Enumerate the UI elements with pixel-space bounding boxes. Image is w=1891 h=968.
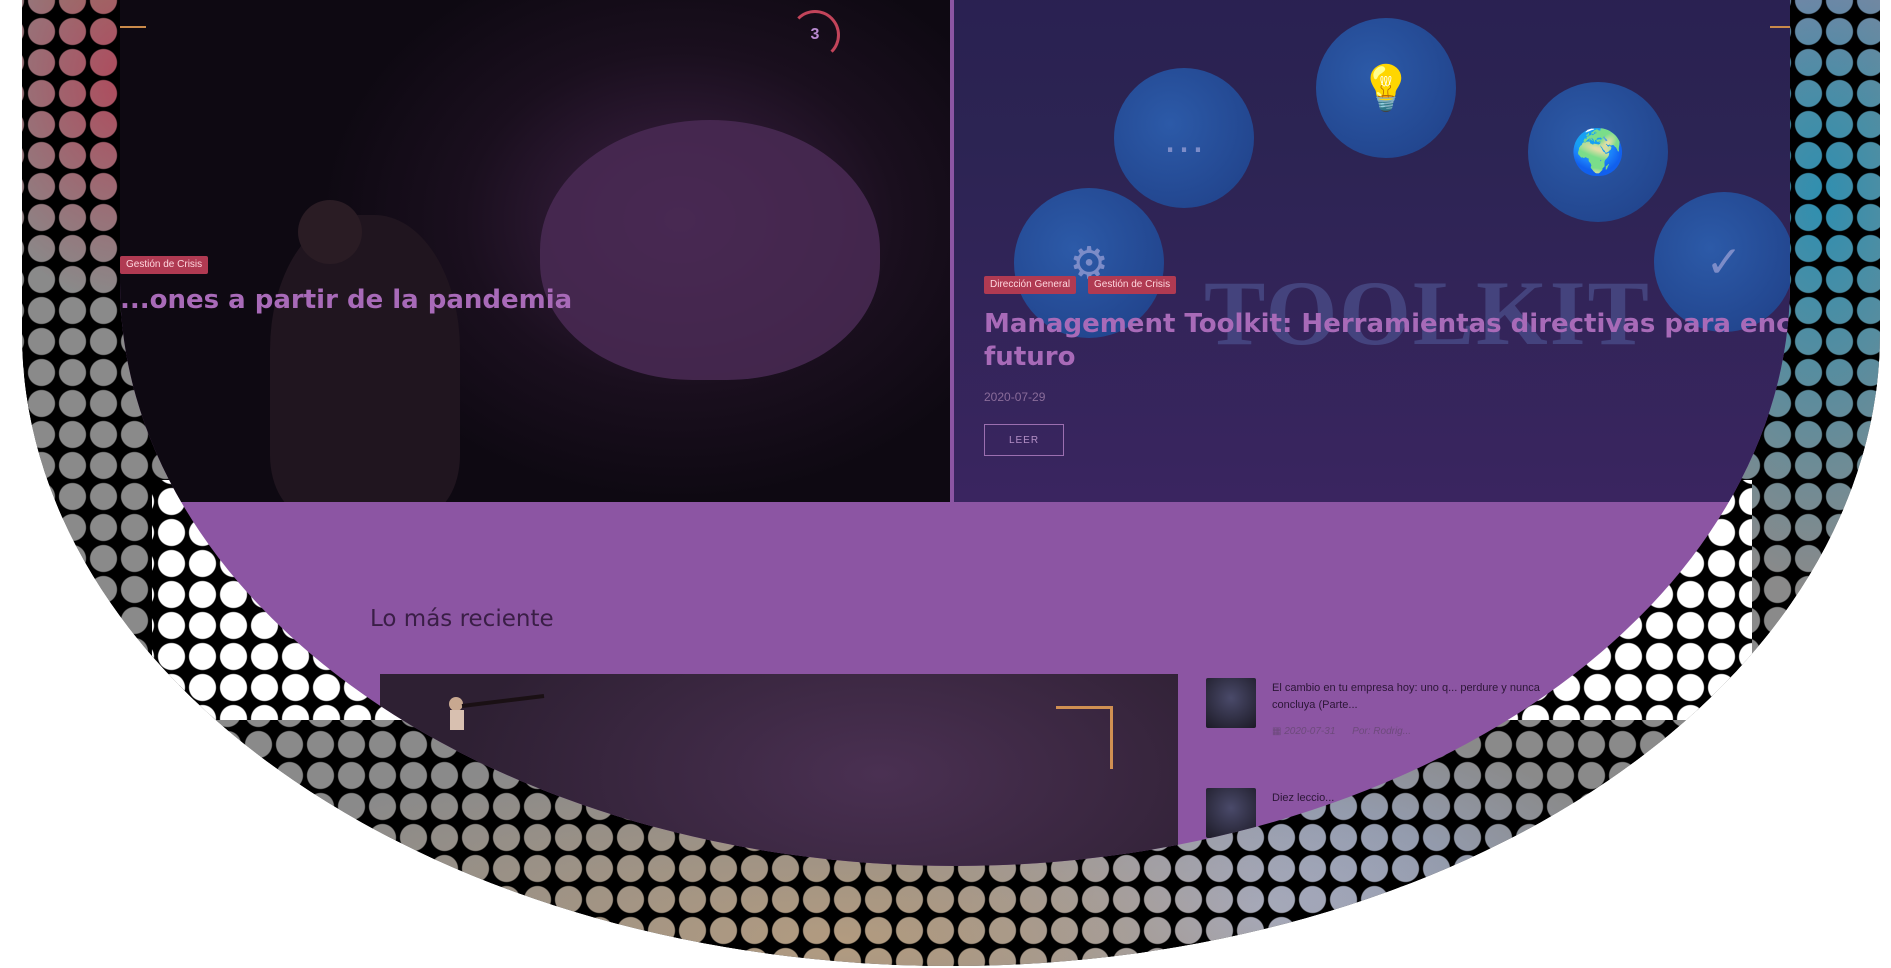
read-button[interactable]: LEER xyxy=(984,424,1064,456)
telescope-figure xyxy=(449,694,545,730)
hero-title-right[interactable]: Management Toolkit: Herramientas directi… xyxy=(984,308,1790,374)
hero-title-line-1: Management Toolkit: Herramientas directi… xyxy=(984,309,1790,339)
slide-counter-number: 3 xyxy=(810,26,820,43)
calendar-icon: ▦ xyxy=(1272,726,1282,737)
hero-title-line-2: futuro xyxy=(984,342,1076,372)
featured-article-image[interactable] xyxy=(380,674,1178,866)
recent-thumbnail[interactable] xyxy=(1206,788,1256,838)
hero-title-left[interactable]: ...ones a partir de la pandemia xyxy=(120,284,940,317)
chat-icon: … xyxy=(1114,68,1254,208)
section-title: Lo más reciente xyxy=(370,606,554,632)
hero-slide-right[interactable]: … 💡 🌍 ⚙ ✓ TOOLKIT Dirección General Gest… xyxy=(954,0,1790,502)
slide-corner-accent xyxy=(1770,26,1790,28)
category-tag-crisis[interactable]: Gestión de Crisis xyxy=(1088,276,1177,294)
lightbulb-icon: 💡 xyxy=(1316,18,1456,158)
slide-counter: 3 xyxy=(790,10,840,60)
recent-item-meta: ▦ 2020-07-31 Por: Rodrig... xyxy=(1272,726,1411,737)
person-head xyxy=(298,200,362,264)
recent-thumbnail[interactable] xyxy=(1206,678,1256,728)
recent-item-title[interactable]: Diez leccio... xyxy=(1272,790,1572,807)
featured-corner-accent xyxy=(1056,706,1113,769)
category-tag-direccion[interactable]: Dirección General xyxy=(984,276,1077,294)
globe-icon: 🌍 xyxy=(1528,82,1668,222)
slide-corner-accent xyxy=(120,26,146,28)
hero-date: 2020-07-29 xyxy=(984,390,1046,404)
umbrella-illustration xyxy=(540,120,880,380)
hero-slide-left[interactable]: 3 Gestión de Crisis ...ones a partir de … xyxy=(120,0,950,502)
person-silhouette xyxy=(270,215,460,502)
category-tag[interactable]: Gestión de Crisis xyxy=(120,256,209,274)
recent-item-title[interactable]: El cambio en tu empresa hoy: uno q... pe… xyxy=(1272,680,1572,714)
recent-item-author: Por: Rodrig... xyxy=(1352,726,1412,737)
recent-item-date: 2020-07-31 xyxy=(1284,726,1336,737)
